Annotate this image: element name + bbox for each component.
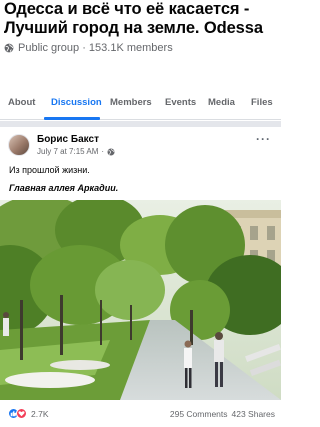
author-block: Борис Бакст July 7 at 7:15 AM · (37, 134, 115, 156)
post-text: Из прошлой жизни. Главная аллея Аркадии. (9, 161, 118, 197)
park-alley-image (0, 200, 281, 400)
group-title[interactable]: Одесса и всё что её касается - Лучший го… (4, 0, 277, 38)
globe-icon (4, 43, 14, 53)
tab-events[interactable]: Events (165, 97, 196, 108)
post-text-line-1: Из прошлой жизни. (9, 165, 90, 175)
post-card: Борис Бакст July 7 at 7:15 AM · ··· Из п… (0, 127, 281, 427)
tab-media[interactable]: Media (208, 97, 235, 108)
globe-icon (107, 147, 115, 156)
tab-members[interactable]: Members (110, 97, 152, 108)
active-tab-indicator (44, 117, 100, 120)
tab-about[interactable]: About (8, 97, 35, 108)
post-footer: 2.7K 295 Comments 423 Shares (0, 403, 281, 427)
post-text-line-2: Главная аллея Аркадии. (9, 183, 119, 193)
group-meta: Public group · 153.1K members (4, 42, 277, 54)
group-header: Одесса и всё что её касается - Лучший го… (0, 0, 281, 54)
author-name[interactable]: Борис Бакст (37, 134, 115, 146)
post-header: Борис Бакст July 7 at 7:15 AM · (8, 134, 115, 156)
love-icon (16, 408, 27, 419)
group-meta-text: Public group · 153.1K members (18, 42, 173, 54)
post-time-row: July 7 at 7:15 AM · (37, 147, 115, 156)
comments-count[interactable]: 295 Comments (170, 409, 228, 419)
engagement-counts: 295 Comments 423 Shares (170, 409, 275, 419)
shares-count[interactable]: 423 Shares (232, 409, 275, 419)
group-tabs: About Discussion Members Events Media Fi… (0, 90, 281, 120)
more-dots-icon[interactable]: ··· (256, 133, 271, 145)
separator-dot: · (101, 147, 105, 156)
tab-files[interactable]: Files (251, 97, 273, 108)
avatar[interactable] (8, 134, 30, 156)
reaction-count: 2.7K (31, 408, 49, 419)
tab-discussion[interactable]: Discussion (51, 97, 102, 108)
post-time[interactable]: July 7 at 7:15 AM (37, 147, 98, 156)
post-photo[interactable] (0, 200, 281, 400)
reactions-summary[interactable]: 2.7K (8, 408, 49, 419)
